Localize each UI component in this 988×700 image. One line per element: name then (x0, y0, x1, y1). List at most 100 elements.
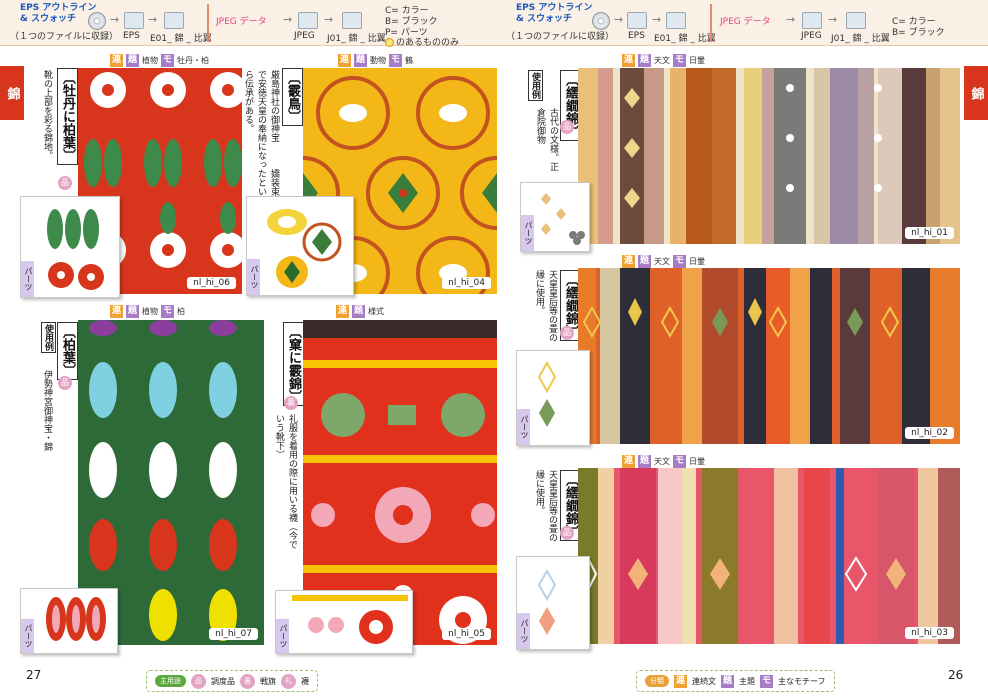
legend-text: 襪 (301, 676, 309, 686)
parts-box: パーツ (20, 196, 120, 298)
parts-illustration (267, 209, 342, 288)
disc-icon (592, 12, 610, 30)
legend-category-label: 分類 (645, 675, 669, 687)
legend-note: のあるもののみ (385, 35, 459, 48)
tag-ren: 連 (622, 455, 635, 468)
eps-folder-2: E01_ 錦 _ 比翼 (150, 34, 212, 44)
legend-icon: モ (760, 674, 773, 688)
pattern-swatch[interactable]: nl_hi_01 (578, 68, 960, 244)
legend-icon: 裏 (240, 673, 255, 689)
theme-text: 天文 (654, 457, 670, 466)
folder-icon (164, 12, 184, 29)
arrow-icon: → (110, 13, 120, 26)
parts-label: パーツ (21, 619, 34, 653)
tag-row: 連 題 植物 モ 牡丹・柏 (110, 54, 209, 67)
entry-title: 〔柏葉〕 (57, 322, 78, 380)
theme-text: 様式 (368, 307, 384, 316)
tag-row: 連 題 動物 モ 鶴 (338, 54, 413, 67)
tag-dai: 題 (638, 54, 651, 67)
category-badge: 品 (58, 176, 72, 190)
pattern-code: nl_hi_03 (905, 627, 954, 639)
ungen-stripe-pattern-3 (578, 468, 960, 644)
jpeg-folder-1: JPEG (294, 31, 315, 41)
eps-label: EPS アウトライン & スウォッチ (516, 3, 593, 24)
entry-desc: 礼服を着用の際に用いる襪（今でいう靴下） (274, 414, 297, 549)
legend-usage-label: 主用途 (155, 675, 186, 687)
ungen-stripe-pattern-1 (578, 68, 960, 244)
motif-text: 牡丹・柏 (177, 56, 209, 65)
parts-label: パーツ (517, 613, 530, 649)
tag-mo: モ (161, 305, 174, 318)
usage-label: 使用例 (528, 70, 543, 101)
parts-label: パーツ (517, 409, 530, 445)
header-right: EPS アウトライン & スウォッチ （１つのファイルに収録） → EPS → … (494, 0, 988, 46)
tag-mo: モ (673, 455, 686, 468)
arrow-icon: → (828, 13, 838, 26)
arrow-icon: → (786, 13, 796, 26)
category-badge: 品 (560, 526, 574, 540)
parts-box: パーツ (516, 556, 590, 650)
motif-text: 日暈 (689, 56, 705, 65)
page-number-right: 26 (948, 668, 964, 682)
folder-icon (627, 12, 647, 29)
tag-mo: モ (161, 54, 174, 67)
eps-folder-1: EPS (123, 31, 140, 41)
parts-label: パーツ (521, 215, 534, 251)
pattern-code: nl_hi_01 (905, 227, 954, 239)
legend-text: 主題 (739, 676, 755, 686)
eps-folder-1: EPS (628, 31, 645, 41)
tag-row: 連 題 天文 モ 日暈 (622, 54, 705, 67)
header-left: EPS アウトライン & スウォッチ （１つのファイルに収録） → EPS → … (0, 0, 494, 48)
jpeg-folder-1: JPEG (801, 31, 822, 41)
arrow-icon: → (324, 13, 334, 26)
tag-mo: モ (389, 54, 402, 67)
tag-mo: モ (673, 54, 686, 67)
parts-label: パーツ (276, 619, 289, 653)
parts-illustration (46, 597, 106, 641)
arrow-icon: → (614, 13, 624, 26)
parts-label: パーツ (247, 259, 260, 295)
parts-illustration (47, 209, 104, 290)
jpeg-folder-2: J01_ 錦 _ 比翼 (831, 34, 890, 44)
eps-folder-2: E01_ 錦 _ 比翼 (654, 34, 716, 44)
theme-text: 天文 (654, 257, 670, 266)
legend-text: 調度品 (211, 676, 235, 686)
tag-ren: 連 (622, 255, 635, 268)
pattern-swatch[interactable]: nl_hi_03 (578, 468, 960, 644)
entry-desc: 古代の文様。正倉院御物 (535, 108, 558, 171)
tag-row: 連 題 様式 (336, 305, 384, 318)
category-badge: 品 (560, 326, 574, 340)
parts-label: パーツ (21, 261, 34, 297)
parts-illustration (292, 595, 408, 644)
folder-icon (666, 12, 686, 29)
folder-icon (124, 12, 144, 29)
side-tab-left: 錦 (0, 66, 24, 120)
tag-row: 連 題 天文 モ 日暈 (622, 455, 705, 468)
arrow-icon: → (283, 13, 293, 26)
category-badge: 品 (58, 376, 72, 390)
arrow-icon: → (652, 13, 662, 26)
usage-label: 使用例 (41, 322, 56, 353)
pattern-code: nl_hi_07 (209, 628, 258, 640)
tag-dai: 題 (638, 255, 651, 268)
pattern-code: nl_hi_06 (187, 277, 236, 289)
folder-icon (802, 12, 822, 29)
parts-box: パーツ (520, 182, 590, 252)
tag-dai: 題 (638, 455, 651, 468)
pattern-code: nl_hi_04 (442, 277, 491, 289)
side-tab-right: 錦 (964, 66, 988, 120)
disc-icon (88, 12, 106, 30)
theme-text: 動物 (370, 56, 386, 65)
theme-text: 天文 (654, 56, 670, 65)
entry-desc: 天皇皇后等の畳の縁に使用。 (534, 270, 557, 342)
folder-icon (298, 12, 318, 29)
motif-text: 鶴 (405, 56, 413, 65)
ungen-stripe-pattern-2 (578, 268, 960, 444)
motif-text: 柏 (177, 307, 185, 316)
legend-icon: 題 (721, 674, 734, 688)
pattern-swatch[interactable]: nl_hi_02 (578, 268, 960, 444)
eps-label: EPS アウトライン & スウォッチ (20, 3, 97, 24)
theme-text: 植物 (142, 307, 158, 316)
category-badge: 裏 (284, 396, 298, 410)
entry-title: 〔牡丹に柏葉〕 (57, 68, 78, 165)
